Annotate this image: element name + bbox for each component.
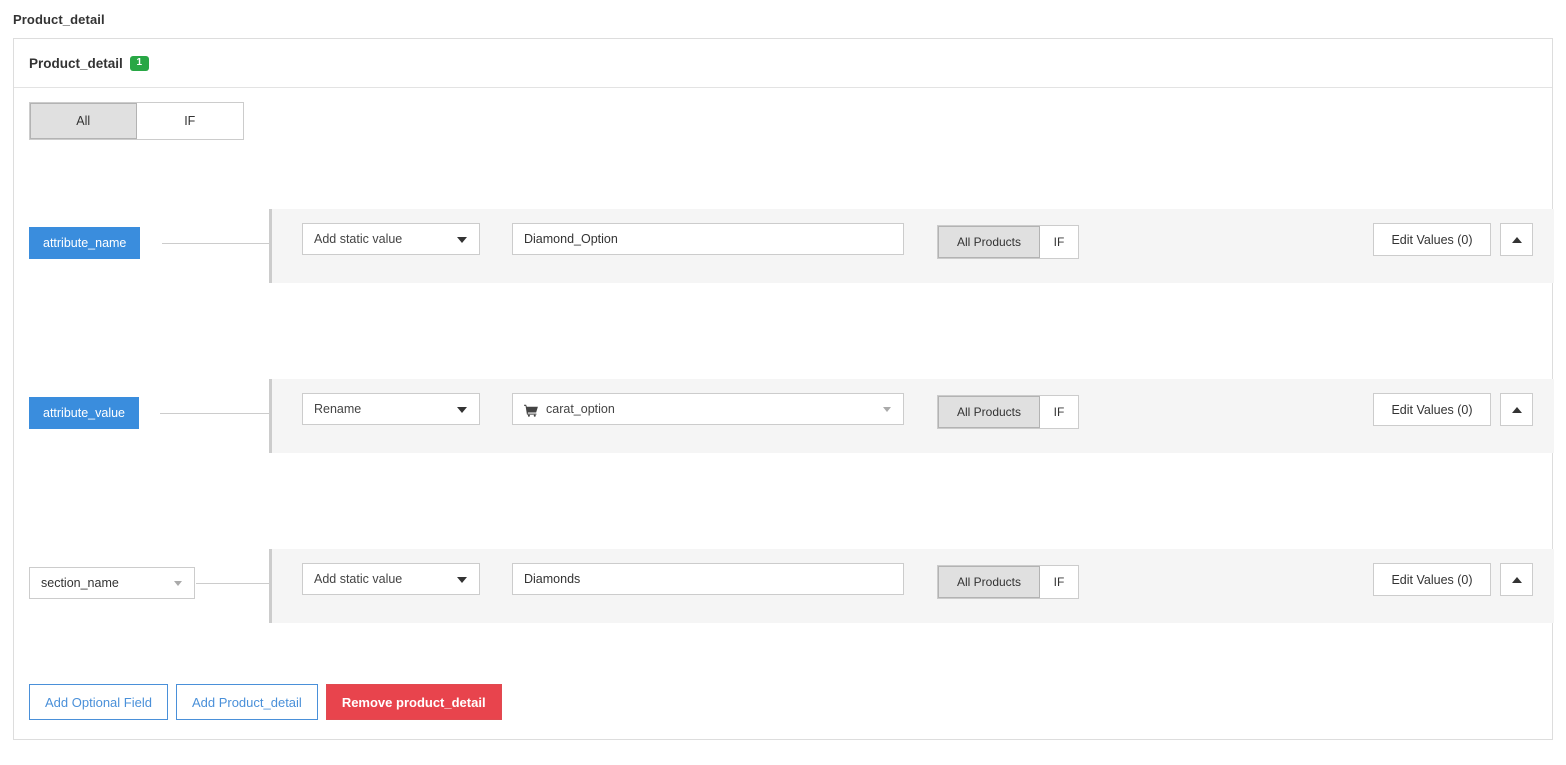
- field-select-section-name[interactable]: section_name: [29, 567, 195, 599]
- row-panel: Add static value Diamonds All Products I…: [269, 549, 1554, 623]
- chevron-down-icon: [883, 407, 891, 412]
- spacer: [168, 684, 176, 720]
- spacer: [318, 684, 326, 720]
- action-dropdown-value: Rename: [314, 402, 361, 416]
- mapping-row: attribute_name Add static value Diamond_…: [14, 209, 1554, 283]
- field-select-value: section_name: [41, 576, 119, 590]
- scope-if[interactable]: IF: [1040, 226, 1078, 258]
- static-value-input[interactable]: Diamonds: [512, 563, 904, 595]
- chevron-down-icon: [457, 577, 467, 583]
- product-detail-card: Product_detail 1 All IF attribute_name A…: [13, 38, 1553, 740]
- static-value-input[interactable]: Diamond_Option: [512, 223, 904, 255]
- row-connector: [196, 583, 272, 584]
- edit-values-button[interactable]: Edit Values (0): [1373, 393, 1491, 426]
- field-chip-attribute-value[interactable]: attribute_value: [29, 397, 139, 429]
- scope-all-products[interactable]: All Products: [938, 226, 1040, 258]
- action-dropdown-value: Add static value: [314, 572, 402, 586]
- scope-if[interactable]: IF: [1040, 566, 1078, 598]
- chevron-down-icon: [457, 407, 467, 413]
- add-product-detail-button[interactable]: Add Product_detail: [176, 684, 318, 720]
- row-connector: [160, 413, 272, 414]
- action-dropdown[interactable]: Add static value: [302, 563, 480, 595]
- card-header-title: Product_detail: [29, 56, 123, 71]
- collapse-row-button[interactable]: [1500, 563, 1533, 596]
- remove-product-detail-button[interactable]: Remove product_detail: [326, 684, 502, 720]
- row-connector: [162, 243, 272, 244]
- value-dropdown[interactable]: carat_option: [512, 393, 904, 425]
- card-footer: Add Optional Field Add Product_detail Re…: [29, 684, 502, 720]
- page-title: Product_detail: [13, 12, 105, 27]
- chevron-down-icon: [174, 581, 182, 586]
- row-panel: Add static value Diamond_Option All Prod…: [269, 209, 1554, 283]
- card-header: Product_detail 1: [14, 39, 1552, 88]
- add-optional-field-button[interactable]: Add Optional Field: [29, 684, 168, 720]
- chevron-up-icon: [1512, 407, 1522, 413]
- field-chip-attribute-name[interactable]: attribute_name: [29, 227, 140, 259]
- chevron-down-icon: [457, 237, 467, 243]
- mapping-row: attribute_value Rename carat_option: [14, 379, 1554, 453]
- status-badge: 1: [130, 56, 149, 71]
- value-dropdown-text: carat_option: [546, 402, 615, 416]
- static-value-text: Diamonds: [524, 572, 580, 586]
- tab-if[interactable]: IF: [137, 103, 244, 139]
- action-dropdown[interactable]: Add static value: [302, 223, 480, 255]
- scope-tab-group: All Products IF: [937, 225, 1079, 259]
- collapse-row-button[interactable]: [1500, 393, 1533, 426]
- tab-all[interactable]: All: [30, 103, 137, 139]
- shopping-cart-icon: [524, 404, 539, 417]
- action-dropdown[interactable]: Rename: [302, 393, 480, 425]
- scope-if[interactable]: IF: [1040, 396, 1078, 428]
- product-detail-page: Product_detail Product_detail 1 All IF a…: [0, 0, 1566, 765]
- static-value-text: Diamond_Option: [524, 232, 618, 246]
- scope-tab-group: All Products IF: [937, 565, 1079, 599]
- scope-tab-group: All Products IF: [937, 395, 1079, 429]
- chevron-up-icon: [1512, 237, 1522, 243]
- edit-values-button[interactable]: Edit Values (0): [1373, 563, 1491, 596]
- collapse-row-button[interactable]: [1500, 223, 1533, 256]
- chevron-up-icon: [1512, 577, 1522, 583]
- mapping-row: section_name Add static value Diamonds A…: [14, 549, 1554, 623]
- edit-values-button[interactable]: Edit Values (0): [1373, 223, 1491, 256]
- row-panel: Rename carat_option All Produ: [269, 379, 1554, 453]
- scope-all-products[interactable]: All Products: [938, 566, 1040, 598]
- condition-tab-group: All IF: [29, 102, 244, 140]
- action-dropdown-value: Add static value: [314, 232, 402, 246]
- scope-all-products[interactable]: All Products: [938, 396, 1040, 428]
